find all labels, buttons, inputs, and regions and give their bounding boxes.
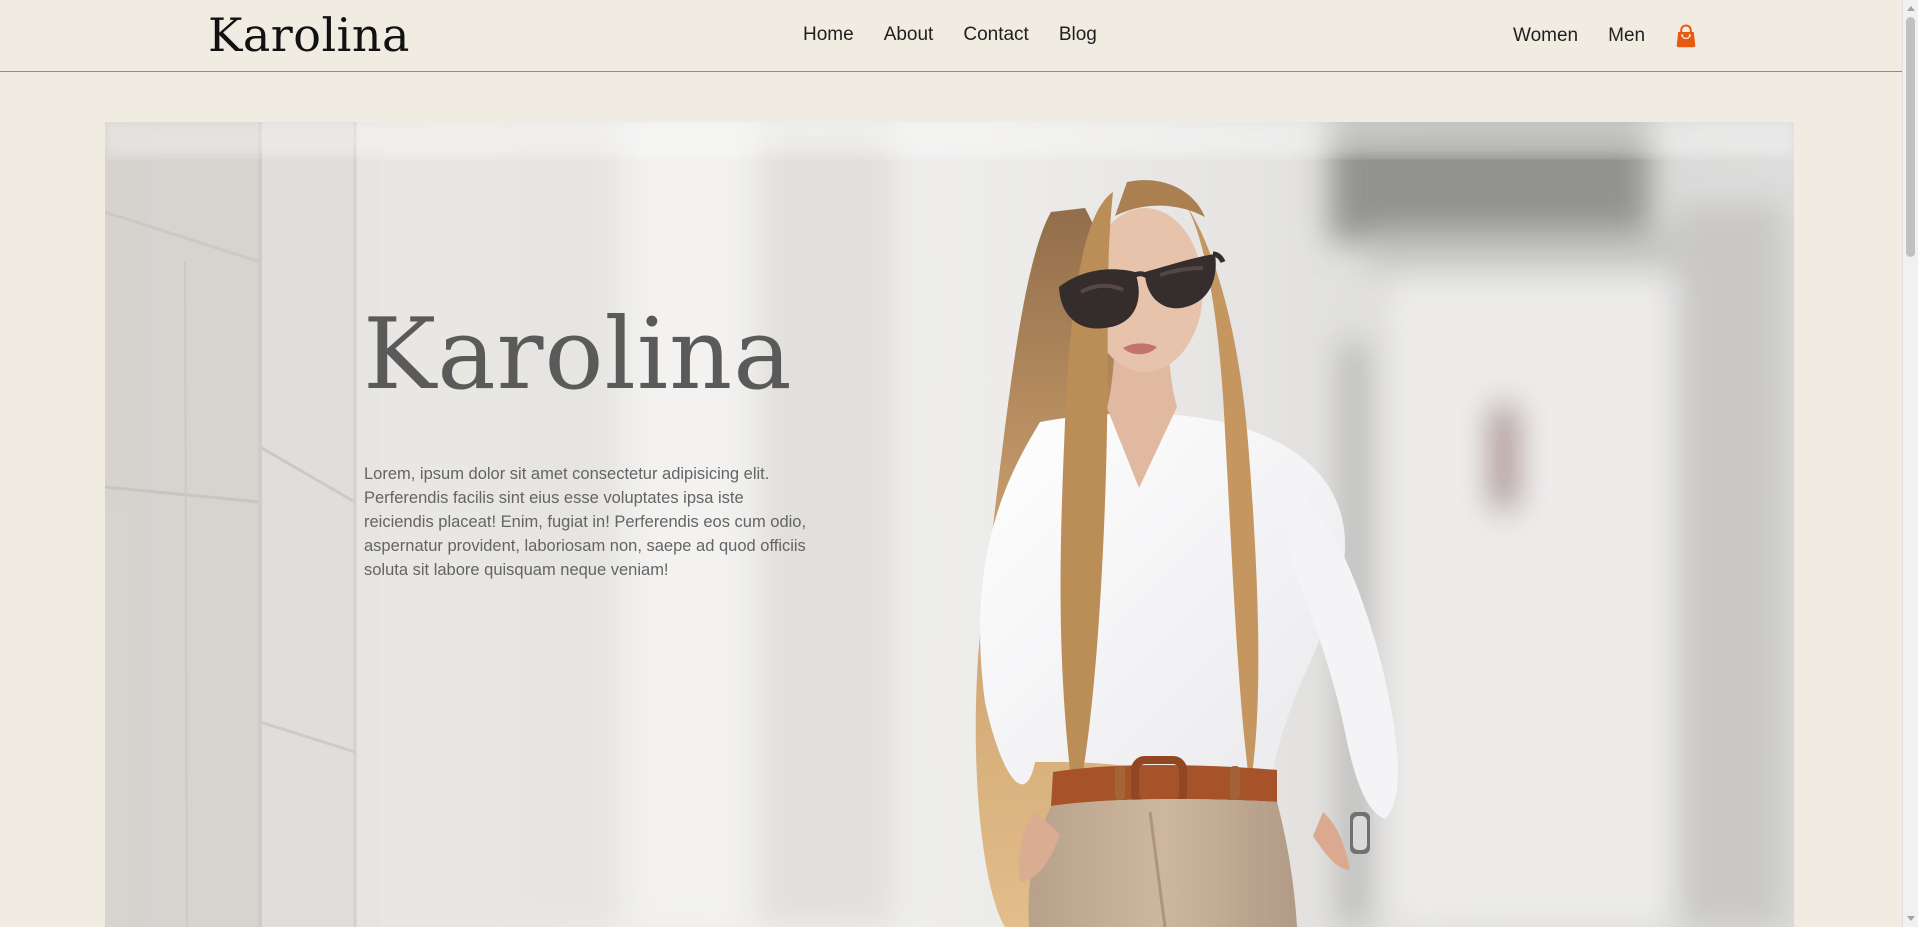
nav-men-link[interactable]: Men <box>1608 25 1645 47</box>
top-navbar: Karolina Home About Contact Blog Women M… <box>0 0 1902 72</box>
brand-logo-link[interactable]: Karolina <box>208 9 410 61</box>
scrollbar-thumb[interactable] <box>1906 17 1915 257</box>
nav-home-link[interactable]: Home <box>803 24 854 46</box>
shopping-bag-button[interactable] <box>1675 24 1697 48</box>
vertical-scrollbar[interactable] <box>1902 0 1918 927</box>
nav-blog-link[interactable]: Blog <box>1059 24 1097 46</box>
scroll-up-arrow-icon[interactable] <box>1907 6 1915 11</box>
shopping-bag-icon <box>1676 24 1696 48</box>
scroll-down-arrow-icon[interactable] <box>1907 916 1915 921</box>
hero-title: Karolina <box>363 298 793 412</box>
nav-women-link[interactable]: Women <box>1513 25 1578 47</box>
hero-description: Lorem, ipsum dolor sit amet consectetur … <box>364 464 807 579</box>
hero-image <box>105 122 1794 927</box>
landing-page: Karolina Home About Contact Blog Women M… <box>0 0 1918 927</box>
nav-contact-link[interactable]: Contact <box>963 24 1028 46</box>
main-navigation: Home About Contact Blog <box>803 24 1097 46</box>
nav-about-link[interactable]: About <box>884 24 934 46</box>
category-navigation: Women Men <box>1513 24 1697 48</box>
hero-section: Karolina Lorem, ipsum dolor sit amet con… <box>105 122 1794 927</box>
